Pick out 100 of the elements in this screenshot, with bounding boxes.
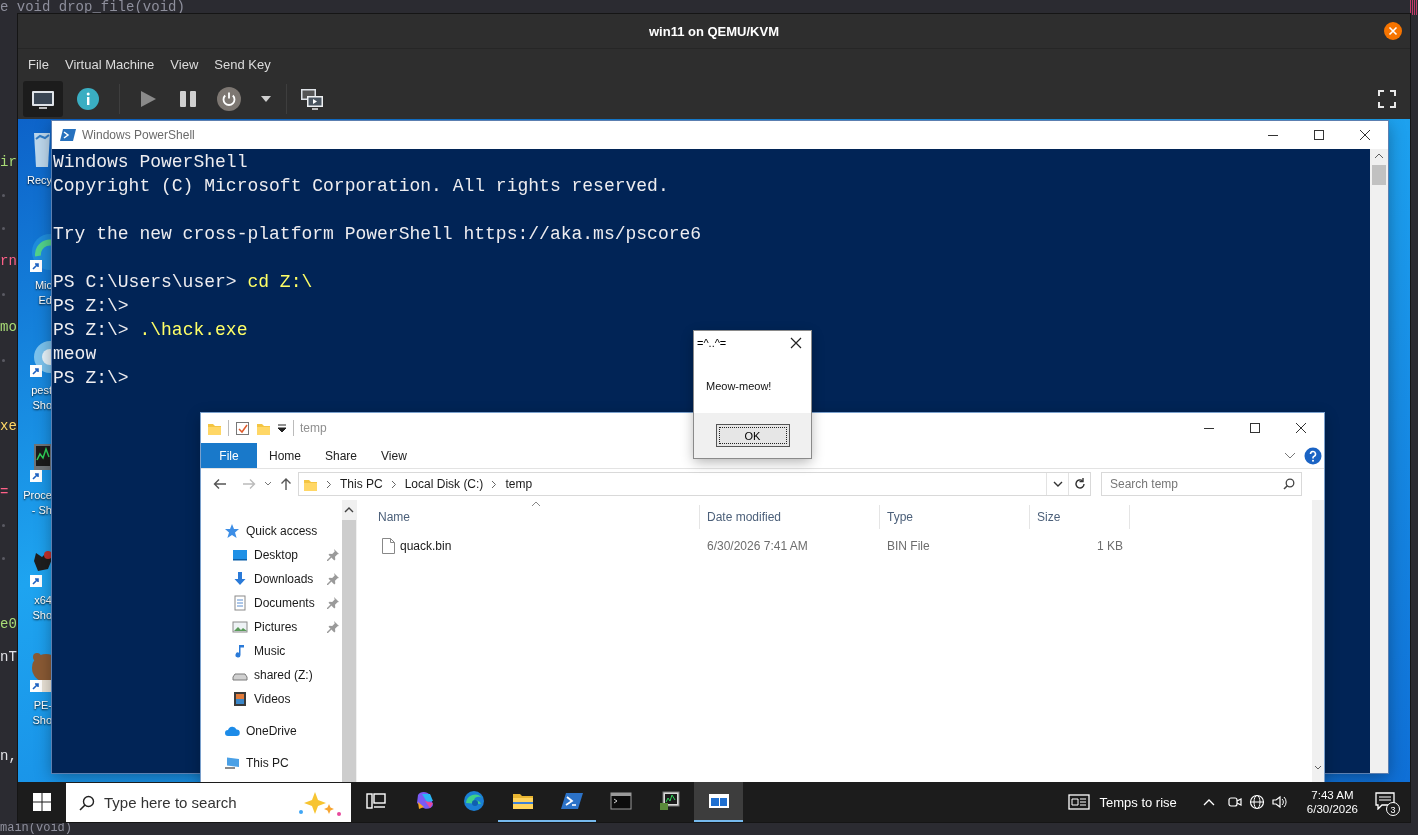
icon-label: Sho: [32, 398, 52, 413]
console-line: meow: [53, 344, 97, 364]
volume-button[interactable]: [1270, 794, 1289, 810]
nav-item[interactable]: Videos: [201, 687, 342, 711]
window-title: temp: [300, 421, 327, 435]
menu-item[interactable]: File: [20, 56, 57, 72]
clock[interactable]: 7:43 AM 6/30/2026: [1306, 788, 1358, 816]
ribbon-tab[interactable]: Share: [313, 443, 370, 468]
ribbon-tab[interactable]: View: [369, 443, 419, 468]
notifications-button[interactable]: 3: [1372, 789, 1398, 815]
column-header[interactable]: Size: [1030, 505, 1130, 529]
forward-arrow-icon: [242, 478, 256, 490]
code-line: e0: [0, 616, 17, 632]
menu-item[interactable]: View: [162, 56, 207, 72]
nav-item[interactable]: Quick access: [201, 519, 342, 543]
help-button[interactable]: [1304, 446, 1322, 465]
code-line: xe: [0, 418, 17, 434]
meet-button[interactable]: [1226, 794, 1243, 810]
back-button[interactable]: [212, 478, 228, 490]
ok-button[interactable]: OK: [715, 424, 790, 447]
address-bar[interactable]: This PC Local Disk (C:) temp: [298, 472, 1091, 496]
fullscreen-button[interactable]: [1377, 89, 1397, 109]
ribbon-tab[interactable]: File: [201, 443, 257, 468]
speaker-icon: [1270, 794, 1289, 810]
nav-item[interactable]: OneDrive: [201, 719, 342, 743]
column-header[interactable]: Name: [357, 505, 700, 529]
close-button[interactable]: [1384, 22, 1402, 40]
edge-icon: [461, 789, 486, 813]
powershell-icon: [60, 127, 76, 143]
nav-item[interactable]: shared (Z:): [201, 663, 342, 687]
taskbar-app[interactable]: [694, 782, 743, 822]
up-button[interactable]: [280, 477, 292, 491]
icon-label: Proce: [23, 488, 52, 503]
network-button[interactable]: [1248, 794, 1265, 810]
breadcrumb-item[interactable]: temp: [505, 477, 533, 491]
ribbon-tab[interactable]: Home: [257, 443, 313, 468]
scrollbar[interactable]: [342, 500, 356, 782]
play-button[interactable]: [138, 89, 158, 109]
console-button[interactable]: [23, 81, 63, 117]
scrollbar[interactable]: [1370, 149, 1388, 773]
show-hidden-icons-button[interactable]: [1202, 798, 1215, 806]
code-line: =: [0, 484, 9, 500]
console-line: Windows PowerShell: [53, 152, 248, 172]
window-title: Windows PowerShell: [82, 128, 195, 142]
nav-item[interactable]: Documents: [201, 591, 342, 615]
search-field[interactable]: Type here to search: [66, 783, 351, 822]
menu-item[interactable]: Send Key: [206, 56, 279, 72]
pause-button[interactable]: [178, 89, 198, 109]
icon-label: pest: [31, 383, 52, 398]
search-icon: [1283, 478, 1295, 490]
search-icon: [79, 795, 95, 811]
nav-item[interactable]: Pictures: [201, 615, 342, 639]
power-button[interactable]: [216, 86, 242, 112]
weather-widget[interactable]: Temps to rise: [1067, 794, 1177, 810]
close-icon: [1296, 423, 1306, 433]
scrollbar-thumb[interactable]: [1372, 165, 1386, 185]
column-header[interactable]: Type: [880, 505, 1030, 529]
nav-item[interactable]: Desktop: [201, 543, 342, 567]
code-line: ir: [0, 154, 17, 170]
chevron-right-icon: [390, 479, 397, 489]
checklist-icon: [235, 420, 250, 436]
computer-icon: [224, 755, 240, 771]
nav-item[interactable]: Downloads: [201, 567, 342, 591]
play-icon: [138, 89, 158, 109]
breadcrumb-item[interactable]: Local Disk (C:): [404, 477, 484, 491]
search-field[interactable]: Search temp: [1101, 472, 1302, 496]
breadcrumb-item[interactable]: This PC: [340, 477, 383, 491]
console-line: PS Z:\> .\hack.exe: [53, 320, 248, 340]
column-header[interactable]: Date modified: [700, 505, 880, 529]
chevron-right-icon: [491, 479, 498, 489]
nav-item[interactable]: This PC: [201, 751, 342, 775]
dialog-title: =^..^=: [697, 337, 727, 349]
star-icon: [224, 523, 240, 539]
picture-icon: [232, 619, 248, 635]
menu-item[interactable]: Virtual Machine: [56, 56, 163, 72]
table-cell-text: 1 KB: [1096, 539, 1124, 553]
dropdown-button[interactable]: [260, 95, 272, 103]
camera-icon: [1226, 794, 1243, 810]
screens-icon: [300, 87, 324, 111]
properties-button[interactable]: [235, 420, 250, 436]
icon-label: Mic: [34, 278, 52, 293]
notification-count: 3: [1386, 802, 1400, 816]
scroll-marker: [1410, 0, 1418, 15]
up-arrow-icon: [280, 477, 292, 491]
recent-locations-button[interactable]: [264, 481, 272, 487]
code-line: nT: [0, 649, 17, 665]
globe-icon: [1248, 794, 1265, 810]
customize-button[interactable]: [277, 423, 287, 433]
code-line: rn: [0, 253, 17, 269]
terminal-icon: [608, 789, 633, 813]
desktop-icon: [232, 547, 248, 563]
scrollbar[interactable]: [1312, 500, 1324, 782]
code-line: e void drop_file(void): [0, 0, 185, 15]
close-icon: [1360, 130, 1370, 140]
screens-button[interactable]: [300, 87, 324, 111]
nav-item[interactable]: Music: [201, 639, 342, 663]
code-line: mo: [0, 319, 17, 335]
expand-ribbon-button[interactable]: [1284, 451, 1296, 460]
news-icon: [1067, 794, 1090, 810]
file-name[interactable]: quack.bin: [400, 539, 452, 553]
